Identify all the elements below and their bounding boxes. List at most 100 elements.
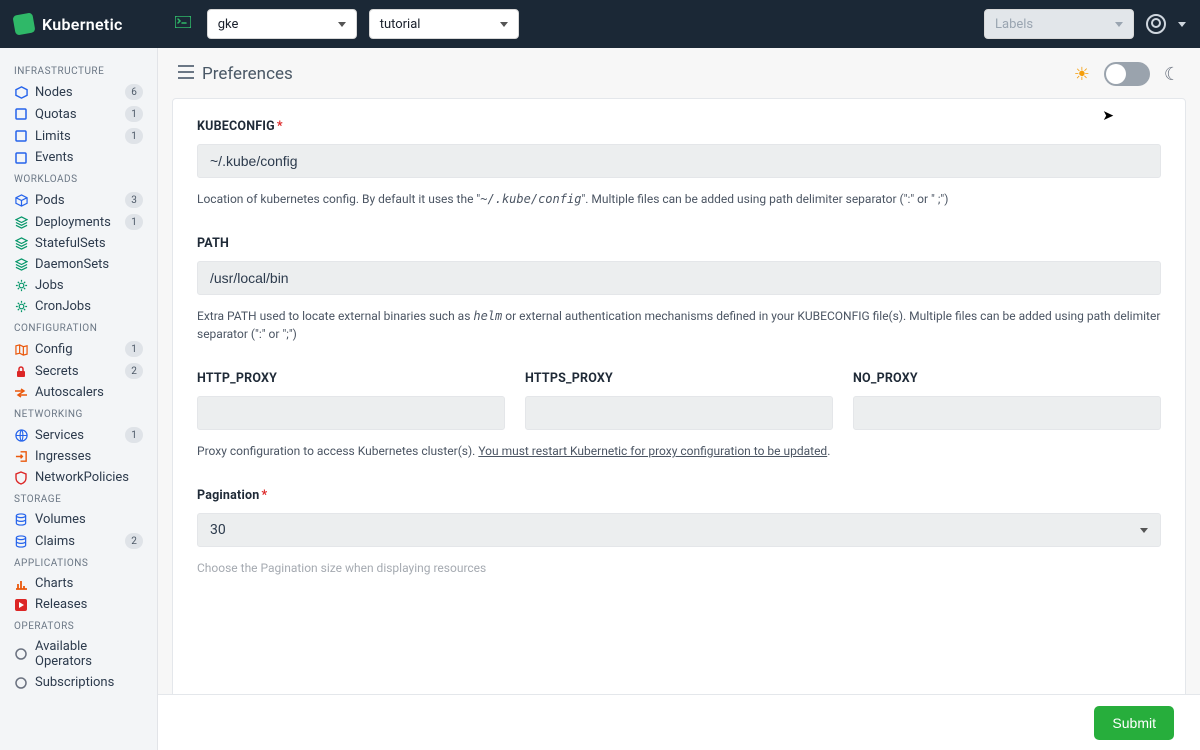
form-scroll[interactable]: KUBECONFIG* Location of kubernetes confi… <box>158 98 1200 694</box>
http-proxy-input[interactable] <box>197 396 505 430</box>
lock-icon <box>14 364 28 378</box>
topbar-right: Labels <box>984 9 1186 39</box>
circle-icon <box>14 676 28 690</box>
layers-icon <box>14 215 28 229</box>
sidebar-item-pods[interactable]: Pods3 <box>0 189 157 211</box>
sidebar-item-deployments[interactable]: Deployments1 <box>0 211 157 233</box>
layers-icon <box>14 237 28 251</box>
submit-button[interactable]: Submit <box>1094 706 1174 740</box>
sidebar-item-label: Available Operators <box>35 639 143 669</box>
sidebar-item-label: Autoscalers <box>35 385 143 400</box>
theme-controls: ☀ ☾ <box>1074 62 1180 86</box>
https-proxy-label: HTTPS_PROXY <box>525 371 833 386</box>
sidebar-item-label: DaemonSets <box>35 257 143 272</box>
page-title: Preferences <box>202 64 293 84</box>
login-icon <box>14 450 28 464</box>
sidebar-item-badge: 1 <box>125 427 143 443</box>
sidebar-item-label: NetworkPolicies <box>35 470 143 485</box>
sidebar-item-badge: 2 <box>125 533 143 549</box>
context-value: gke <box>218 17 239 32</box>
kubeconfig-label: KUBECONFIG* <box>197 119 1161 134</box>
list-icon[interactable] <box>178 65 194 83</box>
sidebar-item-volumes[interactable]: Volumes <box>0 509 157 530</box>
sidebar-item-events[interactable]: Events <box>0 147 157 168</box>
sidebar-item-quotas[interactable]: Quotas 1 <box>0 103 157 125</box>
context-selector[interactable]: gke <box>207 9 357 39</box>
sidebar-item-jobs[interactable]: Jobs <box>0 275 157 296</box>
sidebar-item-label: Quotas <box>35 107 118 122</box>
chart-icon <box>14 577 28 591</box>
sidebar-item-badge: 1 <box>125 214 143 230</box>
http-proxy-label: HTTP_PROXY <box>197 371 505 386</box>
sidebar-item-label: Claims <box>35 534 118 549</box>
https-proxy-input[interactable] <box>525 396 833 430</box>
sidebar-item-label: Ingresses <box>35 449 143 464</box>
no-proxy-input[interactable] <box>853 396 1161 430</box>
sidebar: INFRASTRUCTURE Nodes 6 Quotas 1 Limits1Events… <box>0 48 158 750</box>
pagination-value: 30 <box>210 522 226 538</box>
sidebar-item-available-operators[interactable]: Available Operators <box>0 636 157 672</box>
sun-icon: ☀ <box>1074 64 1090 85</box>
section-head: STORAGE <box>0 488 157 509</box>
sidebar-item-networkpolicies[interactable]: NetworkPolicies <box>0 467 157 488</box>
sidebar-item-charts[interactable]: Charts <box>0 573 157 594</box>
shield-icon <box>14 471 28 485</box>
gear-icon <box>14 279 28 293</box>
hex-icon <box>14 85 28 99</box>
sidebar-item-ingresses[interactable]: Ingresses <box>0 446 157 467</box>
sidebar-item-cronjobs[interactable]: CronJobs <box>0 296 157 317</box>
sidebar-item-nodes[interactable]: Nodes 6 <box>0 81 157 103</box>
path-label: PATH <box>197 236 1161 251</box>
sidebar-item-services[interactable]: Services1 <box>0 424 157 446</box>
sidebar-item-badge: 1 <box>125 341 143 357</box>
pagination-label: Pagination* <box>197 488 1161 503</box>
terminal-icon[interactable] <box>175 16 191 32</box>
section-head: INFRASTRUCTURE <box>0 60 157 81</box>
circle-icon <box>14 647 28 661</box>
gear-icon <box>14 300 28 314</box>
sidebar-item-badge: 2 <box>125 363 143 379</box>
sidebar-item-badge: 3 <box>125 192 143 208</box>
field-path: PATH Extra PATH used to locate external … <box>197 236 1161 343</box>
kubeconfig-input[interactable] <box>197 144 1161 178</box>
caret-down-icon[interactable] <box>1178 22 1186 27</box>
field-proxy: HTTP_PROXY HTTPS_PROXY NO_PROXY Proxy co… <box>197 371 1161 460</box>
moon-icon: ☾ <box>1164 64 1180 85</box>
path-input[interactable] <box>197 261 1161 295</box>
sq-icon <box>14 129 28 143</box>
preferences-form: KUBECONFIG* Location of kubernetes confi… <box>172 98 1186 694</box>
labels-selector[interactable]: Labels <box>984 9 1134 39</box>
sidebar-item-subscriptions[interactable]: Subscriptions <box>0 672 157 693</box>
sq-icon <box>14 107 28 121</box>
sidebar-item-secrets[interactable]: Secrets2 <box>0 360 157 382</box>
map-icon <box>14 342 28 356</box>
no-proxy-label: NO_PROXY <box>853 371 1161 386</box>
user-icon[interactable] <box>1146 14 1166 34</box>
proxy-help: Proxy configuration to access Kubernetes… <box>197 442 1161 460</box>
layers-icon <box>14 258 28 272</box>
brand: Kubernetic <box>14 14 123 34</box>
db-icon <box>14 534 28 548</box>
sidebar-item-badge: 6 <box>125 84 143 100</box>
sidebar-item-autoscalers[interactable]: Autoscalers <box>0 382 157 403</box>
sidebar-item-config[interactable]: Config1 <box>0 338 157 360</box>
pagination-select[interactable]: 30 <box>197 513 1161 547</box>
sidebar-item-label: Subscriptions <box>35 675 143 690</box>
footer: Submit <box>158 694 1200 750</box>
sidebar-item-statefulsets[interactable]: StatefulSets <box>0 233 157 254</box>
arrows-icon <box>14 386 28 400</box>
play-icon <box>14 598 28 612</box>
sidebar-item-label: Volumes <box>35 512 143 527</box>
sidebar-item-daemonsets[interactable]: DaemonSets <box>0 254 157 275</box>
namespace-selector[interactable]: tutorial <box>369 9 519 39</box>
sidebar-item-badge: 1 <box>125 106 143 122</box>
sidebar-item-label: Nodes <box>35 85 118 100</box>
sidebar-item-label: StatefulSets <box>35 236 143 251</box>
sidebar-item-releases[interactable]: Releases <box>0 594 157 615</box>
section-head: CONFIGURATION <box>0 317 157 338</box>
section-head: APPLICATIONS <box>0 552 157 573</box>
theme-toggle[interactable] <box>1104 62 1150 86</box>
sidebar-item-claims[interactable]: Claims 2 <box>0 530 157 552</box>
db-icon <box>14 513 28 527</box>
sidebar-item-limits[interactable]: Limits1 <box>0 125 157 147</box>
